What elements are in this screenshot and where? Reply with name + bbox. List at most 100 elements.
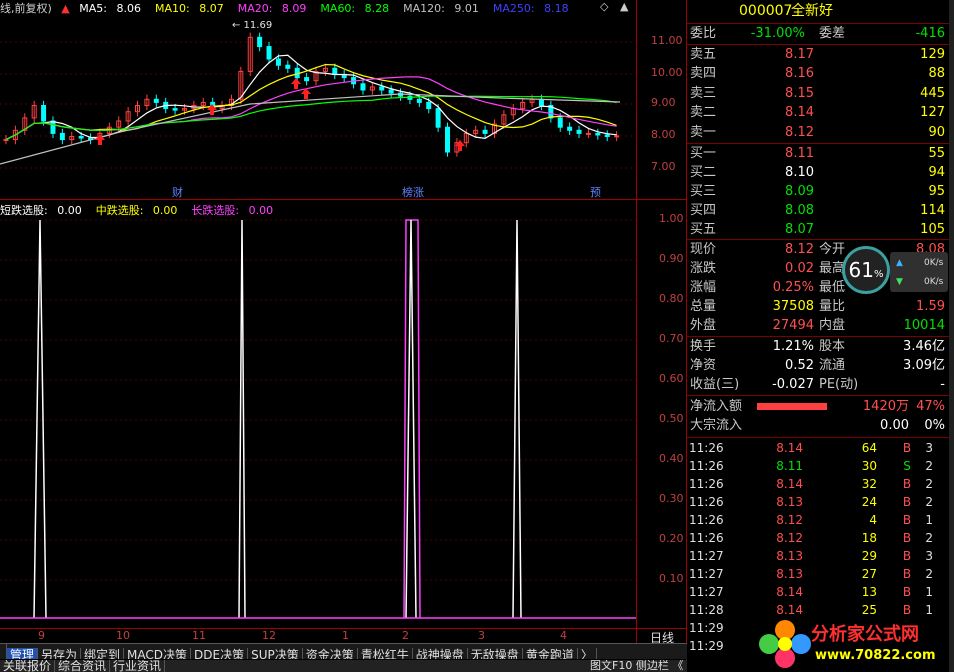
ma-line — [5, 54, 617, 141]
strategy-tab[interactable]: 资金决策 — [303, 648, 358, 659]
info-tab[interactable]: 行业资讯 — [110, 660, 166, 672]
date-tick-label: 3 — [478, 629, 485, 642]
indicator-pane[interactable]: 短跌选股: 0.00 中跌选股: 0.00 长跌选股: 0.00 1.00 0.90 0… — [0, 200, 686, 628]
trade-tick-row: 11:27 8.14 13 B 1 — [689, 585, 933, 599]
ask-row: 卖四 8.16 88 — [690, 66, 945, 82]
candle-body — [153, 98, 159, 103]
weibi-row: 委比 -31.00% 委差 -416 — [690, 26, 945, 41]
bid-row: 买三 8.09 95 — [690, 184, 945, 199]
signal-spike — [238, 219, 246, 619]
flow-row: 净流入额 1420万 47% — [690, 399, 945, 414]
bid-row: 买一 8.11 55 — [690, 146, 945, 161]
trade-tick-row: 11:26 8.12 18 B 2 — [689, 531, 933, 545]
ask-row: 卖二 8.14 127 — [690, 105, 945, 121]
trade-tick-row: 11:27 8.13 27 B 2 — [689, 567, 933, 581]
info-tab-bar: 关联报价 综合资讯 行业资讯 图文F10 侧边栏 《 — [0, 660, 687, 672]
candle-body — [285, 64, 291, 69]
stock-code: 000007 — [739, 3, 793, 19]
candle-body — [567, 126, 573, 131]
inflow-bar — [757, 403, 827, 410]
collapse-icon[interactable]: ▲ — [620, 0, 628, 13]
candle-body — [538, 98, 544, 107]
date-tick-label: 4 — [560, 629, 567, 642]
ask-row: 卖五 8.17 129 — [690, 47, 945, 62]
candle-body — [172, 108, 178, 111]
stock-header[interactable]: 000007 全新好 — [687, 2, 949, 22]
trade-tick-row: 11:26 8.11 30 S 2 — [689, 459, 933, 473]
right-scrollbar[interactable] — [949, 0, 954, 672]
candle-body — [332, 67, 338, 75]
ask-row: 卖一 8.12 90 — [690, 124, 945, 140]
trade-tick-row: 11:26 8.12 4 B 1 — [689, 513, 933, 527]
date-tick-label: 12 — [262, 629, 276, 642]
candle-body — [275, 58, 281, 66]
candle-body — [614, 135, 620, 138]
settings-diamond-icon[interactable]: ◇ — [600, 0, 608, 13]
strategy-tab[interactable]: 无敌操盘 — [468, 648, 523, 659]
strategy-tab[interactable]: SUP决策 — [248, 648, 303, 659]
candle-body — [266, 46, 272, 60]
date-tick-label: 11 — [192, 629, 206, 642]
fundamental-row: 收益(三) -0.027 PE(动) - — [690, 377, 945, 392]
candle-body — [78, 136, 84, 139]
candle-body — [604, 134, 610, 137]
strategy-tab[interactable]: 黄金跑道 — [523, 648, 578, 659]
watermark-url: www.70822.com — [815, 648, 936, 663]
strategy-tab-bar: 管理 另存为 绑定到 MACD决策 DDE决策 SUP决策 资金决策 青松红牛 战神操盘 无敌操盘… — [0, 643, 687, 659]
candle-body — [435, 108, 441, 128]
date-tick-label: 2 — [402, 629, 409, 642]
strategy-tab[interactable]: 管理 — [7, 648, 39, 659]
stat-row: 总量 37508 量比 1.59 — [690, 299, 945, 314]
strategy-tab[interactable]: 绑定到 — [81, 648, 125, 659]
date-tick-label: 10 — [116, 629, 130, 642]
date-tick-label: 9 — [38, 629, 45, 642]
indicator-plot[interactable] — [0, 200, 636, 628]
candle-body — [360, 83, 366, 91]
stat-row: 外盘 27494 内盘 10014 — [690, 318, 945, 333]
event-tag: 财 — [172, 185, 183, 199]
strategy-tab[interactable]: 〉 — [578, 648, 597, 659]
tab-lead[interactable] — [0, 644, 7, 659]
axis-divider — [636, 0, 637, 643]
download-arrow-icon: ▼ — [896, 277, 903, 287]
info-tab[interactable]: 综合资讯 — [55, 660, 111, 672]
speed-readout: ▲ 0K/s ▼ 0K/s — [890, 252, 948, 292]
network-speed-widget[interactable]: 61% — [842, 246, 890, 294]
kline-plot[interactable]: ← 11.69 财 榜涨 预 — [0, 14, 636, 200]
watermark-title: 分析家公式网 — [811, 624, 919, 645]
date-axis: 9 10 11 12 1 2 3 4 日线 — [0, 628, 686, 645]
date-tick-label: 1 — [342, 629, 349, 642]
kline-chart-area[interactable]: 线,前复权) ▲ MA5: 8.06 MA10: 8.07 MA20: 8.09 MA… — [0, 0, 686, 200]
bid-row: 买五 8.07 105 — [690, 222, 945, 237]
candle-body — [585, 132, 591, 135]
candle-body — [576, 129, 582, 134]
candle-body — [41, 105, 47, 122]
f10-sidebar-link[interactable]: 图文F10 侧边栏 《 — [590, 660, 683, 672]
trade-tick-row: 11:26 8.13 24 B 2 — [689, 495, 933, 509]
strategy-tab[interactable]: 另存为 — [38, 648, 82, 659]
candle-body — [445, 126, 451, 153]
strategy-tab[interactable]: DDE决策 — [191, 648, 249, 659]
upload-arrow-icon: ▲ — [896, 258, 903, 268]
bid-row: 买四 8.08 114 — [690, 203, 945, 218]
info-tab[interactable]: 关联报价 — [0, 660, 56, 672]
strategy-tab[interactable]: MACD决策 — [124, 648, 192, 659]
weibi-value: -31.00% — [750, 26, 805, 41]
candle-body — [426, 101, 432, 110]
weicha-value: -416 — [915, 26, 945, 41]
candle-body — [50, 120, 56, 134]
candle-body — [59, 132, 65, 141]
event-tag: 榜涨 — [402, 185, 424, 199]
site-watermark: 分析家公式网 www.70822.com — [755, 614, 950, 672]
quote-panel: 000007 全新好 委比 -31.00% 委差 -416 卖五 8.17 129 卖… — [687, 0, 949, 672]
strategy-tab[interactable]: 青松红牛 — [358, 648, 413, 659]
candle-body — [257, 36, 263, 48]
fundamental-row: 净资 0.52 流通 3.09亿 — [690, 358, 945, 373]
fundamental-row: 换手 1.21% 股本 3.46亿 — [690, 339, 945, 354]
signal-spike — [405, 219, 417, 619]
strategy-tab[interactable]: 战神操盘 — [413, 648, 468, 659]
ask-row: 卖三 8.15 445 — [690, 85, 945, 101]
buy-arrow-icon — [291, 78, 301, 89]
candle-body — [595, 132, 601, 136]
candle-body — [379, 86, 385, 91]
